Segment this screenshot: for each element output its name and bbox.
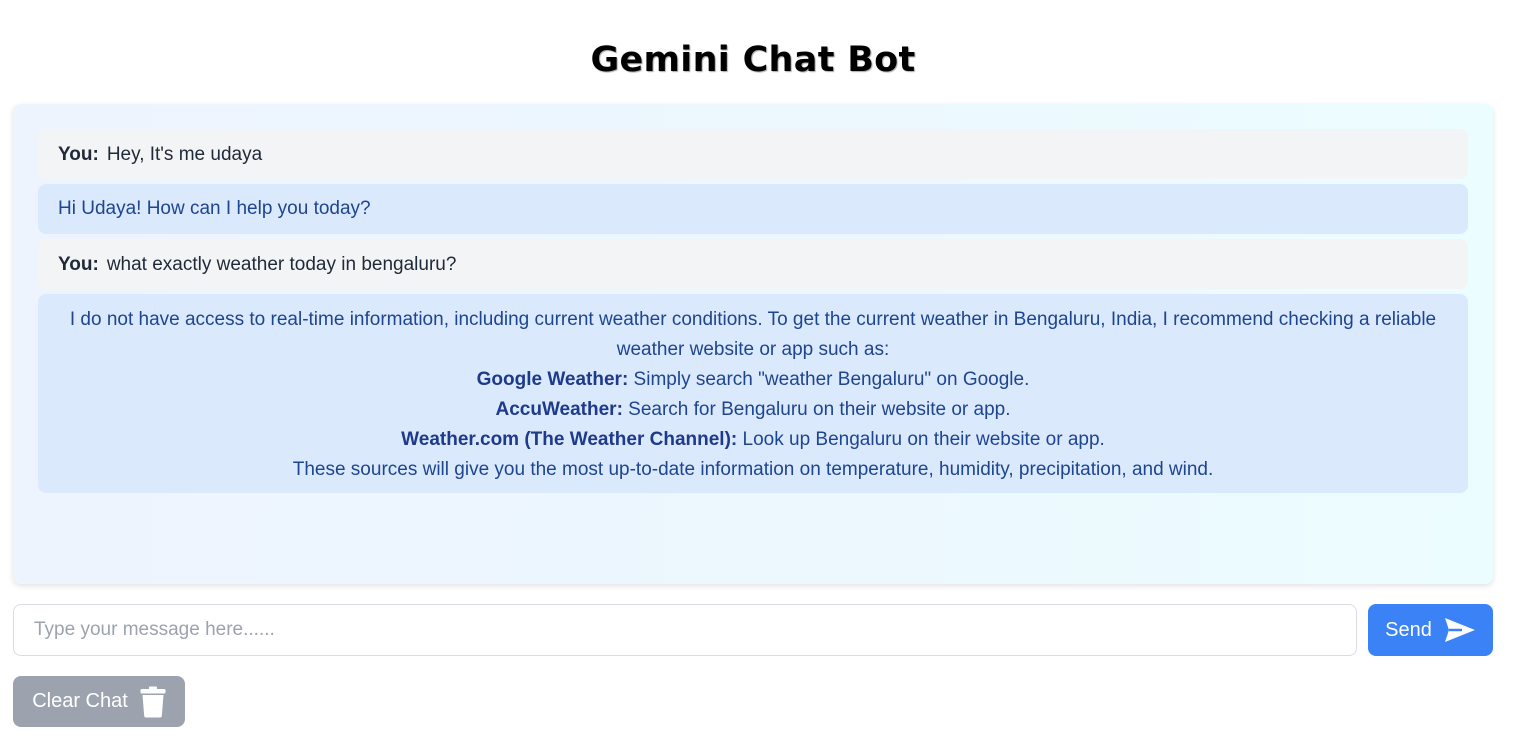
bot-intro-text: I do not have access to real-time inform… bbox=[69, 309, 1437, 360]
chat-history[interactable]: You: Hey, It's me udaya Hi Udaya! How can… bbox=[13, 104, 1493, 584]
send-button[interactable]: Send bbox=[1368, 604, 1493, 656]
source-name: Google Weather: bbox=[476, 369, 629, 390]
source-description: Search for Bengaluru on their website or… bbox=[622, 399, 1011, 420]
chat-page: Gemini Chat Bot You: Hey, It's me udaya H… bbox=[0, 0, 1529, 739]
source-item: Google Weather: Simply search "weather B… bbox=[62, 365, 1444, 395]
send-label: Send bbox=[1385, 618, 1432, 641]
bot-message: I do not have access to real-time inform… bbox=[38, 294, 1468, 493]
clear-chat-label: Clear Chat bbox=[32, 690, 128, 712]
message-text: what exactly weather today in bengaluru? bbox=[106, 254, 457, 275]
source-name: Weather.com (The Weather Channel): bbox=[401, 429, 738, 450]
trash-icon bbox=[140, 686, 166, 718]
paper-plane-icon bbox=[1444, 617, 1476, 643]
message-text: Hey, It's me udaya bbox=[106, 144, 263, 165]
you-label: You: bbox=[58, 254, 99, 275]
message-text: Hi Udaya! How can I help you today? bbox=[58, 198, 371, 219]
bot-message: Hi Udaya! How can I help you today? bbox=[38, 184, 1468, 234]
source-item: Weather.com (The Weather Channel): Look … bbox=[62, 425, 1444, 455]
source-item: AccuWeather: Search for Bengaluru on the… bbox=[62, 395, 1444, 425]
source-description: Look up Bengaluru on their website or ap… bbox=[737, 429, 1105, 450]
user-message: You: Hey, It's me udaya bbox=[38, 129, 1468, 179]
source-name: AccuWeather: bbox=[495, 399, 623, 420]
message-input[interactable] bbox=[13, 604, 1357, 656]
source-description: Simply search "weather Bengaluru" on Goo… bbox=[628, 369, 1030, 390]
bot-outro-text: These sources will give you the most up-… bbox=[292, 459, 1214, 480]
page-title: Gemini Chat Bot bbox=[590, 40, 916, 80]
user-message: You: what exactly weather today in bengal… bbox=[38, 239, 1468, 289]
clear-chat-button[interactable]: Clear Chat bbox=[13, 676, 185, 727]
you-label: You: bbox=[58, 144, 99, 165]
